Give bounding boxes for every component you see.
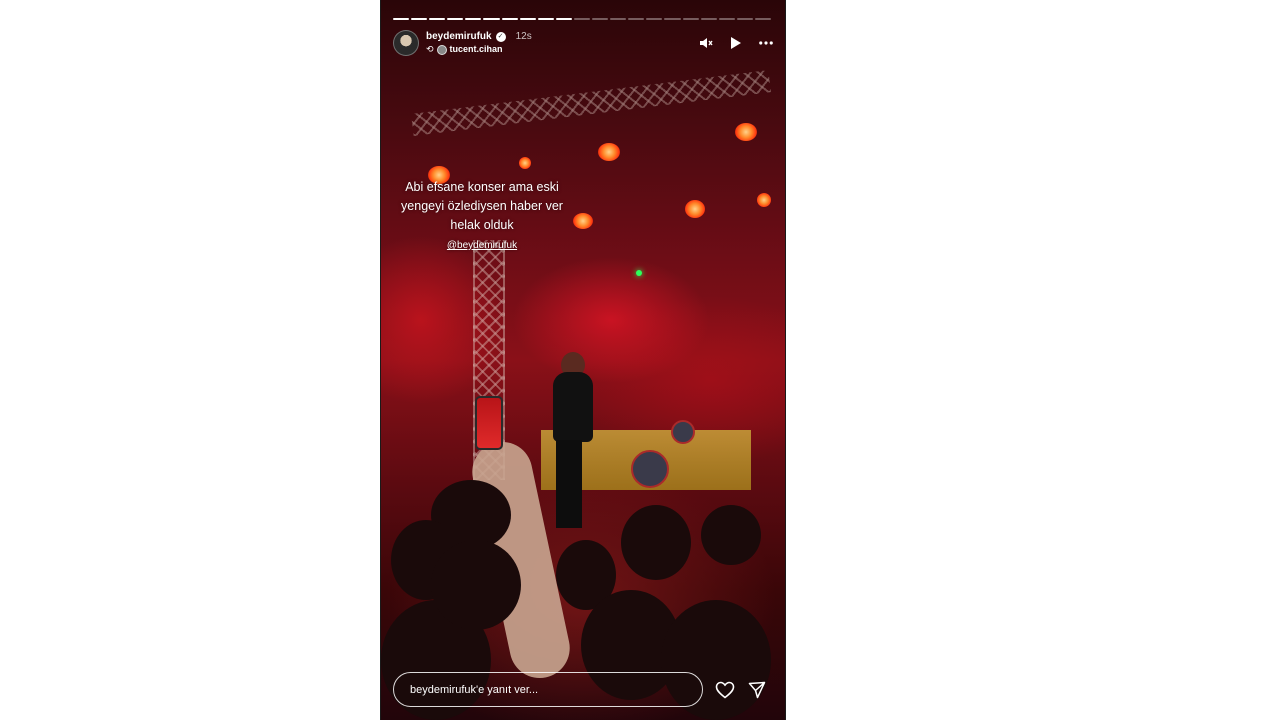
story-controls	[699, 36, 773, 50]
progress-segment	[592, 18, 609, 20]
progress-segment	[555, 18, 572, 20]
progress-segment	[429, 18, 446, 20]
stage-light	[573, 213, 593, 229]
story-viewer[interactable]: beydemirufuk ✓ 12s ⟲ tucent.cihan Abi ef…	[380, 0, 786, 720]
progress-segment	[664, 18, 681, 20]
progress-segment	[537, 18, 554, 20]
story-time: 12s	[515, 31, 532, 42]
play-icon[interactable]	[729, 36, 743, 50]
original-author-avatar	[436, 44, 447, 55]
story-caption: Abi efsane konser ama eski yengeyi özled…	[401, 178, 563, 254]
progress-segment	[483, 18, 500, 20]
crowd-head	[431, 540, 521, 630]
story-progress-bar	[393, 18, 771, 20]
stage-light	[519, 157, 531, 169]
reply-input[interactable]: beydemirufuk'e yanıt ver...	[393, 672, 703, 707]
progress-segment	[393, 18, 410, 20]
green-led	[636, 270, 642, 276]
drum	[671, 420, 695, 444]
progress-segment	[447, 18, 464, 20]
story-header: beydemirufuk ✓ 12s ⟲ tucent.cihan	[393, 28, 773, 58]
progress-segment	[501, 18, 518, 20]
progress-segment	[700, 18, 717, 20]
avatar[interactable]	[393, 30, 419, 56]
progress-segment	[465, 18, 482, 20]
progress-segment	[628, 18, 645, 20]
stage-light	[685, 200, 705, 218]
caption-line: helak olduk	[450, 218, 514, 232]
more-horizontal-icon[interactable]	[759, 36, 773, 50]
progress-segment	[736, 18, 753, 20]
username-link[interactable]: beydemirufuk	[426, 30, 492, 43]
raised-phone	[475, 396, 503, 450]
original-author-link[interactable]: tucent.cihan	[450, 43, 503, 56]
story-author: beydemirufuk ✓ 12s ⟲ tucent.cihan	[426, 30, 532, 56]
progress-segment	[682, 18, 699, 20]
send-icon[interactable]	[747, 680, 767, 700]
mention-link[interactable]: @beydemirufuk	[447, 239, 517, 253]
caption-line: Abi efsane konser ama eski	[405, 180, 559, 194]
lighting-truss	[411, 70, 771, 136]
singer-legs	[556, 440, 582, 528]
progress-segment	[573, 18, 591, 20]
progress-segment	[718, 18, 735, 20]
progress-segment	[411, 18, 428, 20]
progress-segment	[646, 18, 663, 20]
singer-body	[553, 372, 593, 442]
progress-segment	[610, 18, 627, 20]
drum	[631, 450, 669, 488]
stage-light	[735, 123, 757, 141]
speaker-muted-icon[interactable]	[699, 36, 713, 50]
stage-light	[757, 193, 771, 207]
verified-badge-icon: ✓	[495, 31, 506, 42]
reply-placeholder: beydemirufuk'e yanıt ver...	[410, 683, 539, 696]
progress-segment	[754, 18, 771, 20]
crowd-head	[701, 505, 761, 565]
crowd-head	[621, 505, 691, 580]
heart-icon[interactable]	[715, 680, 735, 700]
progress-segment	[519, 18, 536, 20]
stage-light	[598, 143, 620, 161]
caption-line: yengeyi özlediysen haber ver	[401, 199, 563, 213]
viewport: beydemirufuk ✓ 12s ⟲ tucent.cihan Abi ef…	[0, 0, 1280, 720]
repost-icon: ⟲	[426, 44, 434, 54]
